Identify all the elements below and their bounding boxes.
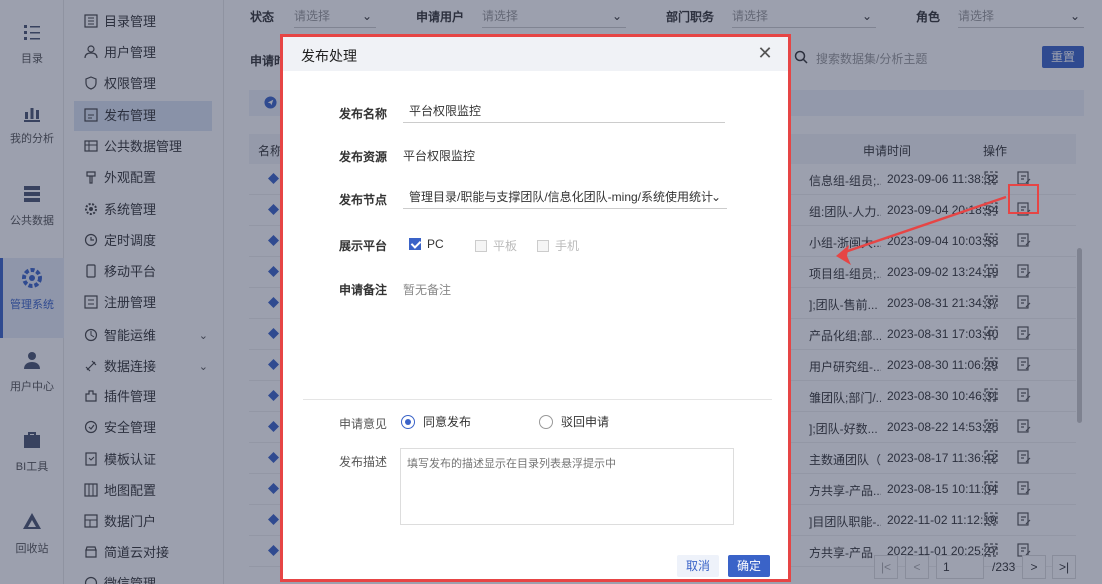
chevron-down-icon: ⌄ — [710, 190, 721, 204]
publish-resource-label: 发布资源 — [339, 150, 388, 164]
platform-label: 展示平台 — [339, 239, 388, 253]
reject-label: 驳回申请 — [561, 415, 610, 429]
platform-tablet-checkbox: 平板 — [475, 237, 518, 253]
publish-node-value: 管理目录/职能与支撑团队/信息化团队-ming/系统使用统计 — [409, 190, 714, 204]
checkbox-box — [475, 240, 487, 252]
cancel-button[interactable]: 取消 — [677, 555, 719, 577]
checkbox-box — [409, 238, 421, 250]
publish-resource-value: 平台权限监控 — [403, 149, 476, 163]
publish-name-input[interactable]: 平台权限监控 — [403, 99, 725, 123]
platform-mobile-label: 手机 — [555, 239, 580, 253]
confirm-button[interactable]: 确定 — [728, 555, 770, 577]
publish-description-input[interactable] — [400, 448, 734, 525]
platform-pc-checkbox[interactable]: PC — [409, 237, 444, 251]
reject-radio[interactable]: 驳回申请 — [539, 413, 609, 430]
radio-dot — [539, 415, 553, 429]
desc-label: 发布描述 — [339, 455, 388, 469]
dialog-title: 发布处理 — [301, 48, 357, 64]
publish-dialog: 发布处理 ✕ 发布名称 平台权限监控 发布资源 平台权限监控 发布节点 管理目录… — [280, 34, 791, 582]
publish-node-label: 发布节点 — [339, 193, 388, 207]
remark-value: 暂无备注 — [403, 283, 452, 297]
publish-name-label: 发布名称 — [339, 107, 388, 121]
checkbox-box — [537, 240, 549, 252]
opinion-label: 申请意见 — [339, 417, 388, 431]
highlight-box — [1008, 184, 1039, 214]
platform-tablet-label: 平板 — [493, 239, 518, 253]
publish-node-select[interactable]: 管理目录/职能与支撑团队/信息化团队-ming/系统使用统计 ⌄ — [403, 185, 727, 209]
close-icon[interactable]: ✕ — [755, 43, 775, 63]
dialog-header: 发布处理 ✕ — [283, 37, 788, 71]
approve-radio[interactable]: 同意发布 — [401, 413, 471, 430]
approve-label: 同意发布 — [423, 415, 472, 429]
platform-mobile-checkbox: 手机 — [537, 237, 580, 253]
remark-label: 申请备注 — [339, 283, 388, 297]
divider — [303, 399, 772, 400]
platform-pc-label: PC — [427, 237, 444, 251]
radio-dot — [401, 415, 415, 429]
